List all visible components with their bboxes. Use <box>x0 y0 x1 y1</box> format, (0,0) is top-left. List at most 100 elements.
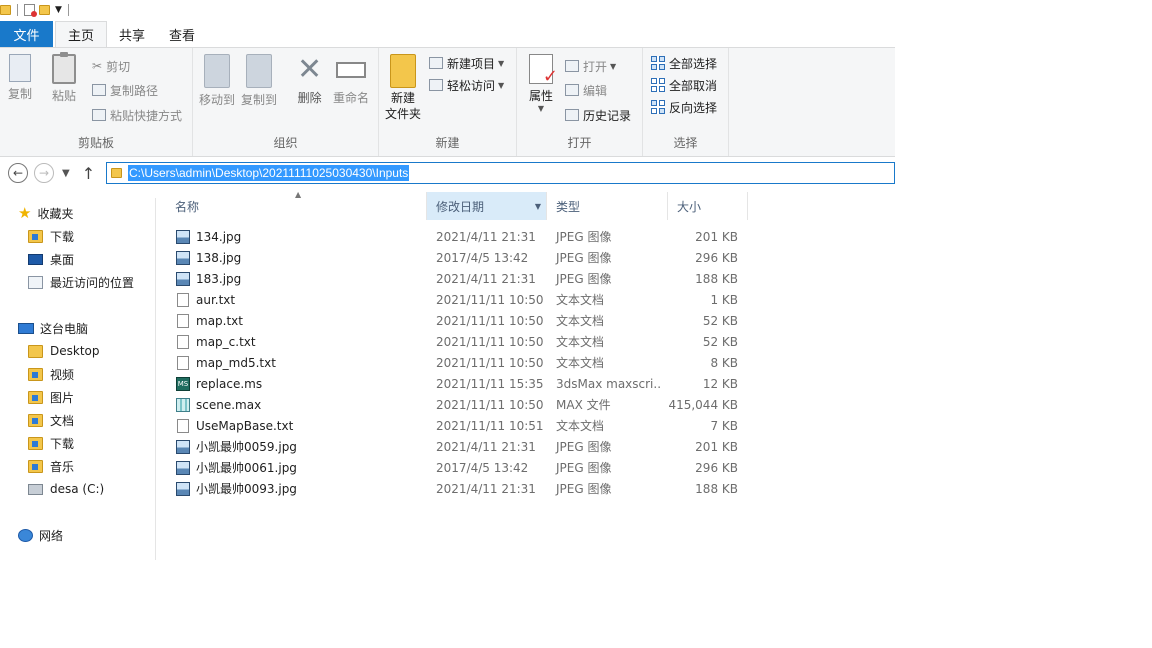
select-all-button[interactable]: 全部选择 <box>651 53 717 73</box>
table-row[interactable]: map_md5.txt 2021/11/11 10:50 文本文档 8 KB <box>166 352 750 373</box>
sidebar-item-desktop[interactable]: 桌面 <box>28 249 74 269</box>
column-header-name[interactable]: 名称 <box>166 192 427 220</box>
copy-button[interactable]: 复制 <box>8 54 32 102</box>
sidebar-item-videos[interactable]: 视频 <box>28 364 74 384</box>
table-row[interactable]: aur.txt 2021/11/11 10:50 文本文档 1 KB <box>166 289 750 310</box>
sidebar-item-label: 下载 <box>50 436 75 451</box>
properties-button[interactable]: 属性 ▼ <box>529 54 558 113</box>
properties-icon[interactable] <box>24 4 37 17</box>
history-icon <box>565 109 579 121</box>
copy-to-button[interactable]: 复制到 <box>241 54 277 108</box>
open-button[interactable]: 打开 ▼ <box>565 56 616 76</box>
new-folder-label-line2: 文件夹 <box>385 107 422 121</box>
table-row[interactable]: 134.jpg 2021/4/11 21:31 JPEG 图像 201 KB <box>166 226 750 247</box>
sidebar-item-network[interactable]: 网络 <box>18 525 63 545</box>
column-header-date[interactable]: 修改日期 ▼ <box>427 192 547 220</box>
delete-label: 删除 <box>297 91 322 105</box>
file-name-cell: 小凯最帅0061.jpg <box>166 459 426 476</box>
recent-locations-icon[interactable]: ▼ <box>62 168 70 179</box>
select-none-button[interactable]: 全部取消 <box>651 75 717 95</box>
table-row[interactable]: scene.max 2021/11/11 10:50 MAX 文件 415,044 K… <box>166 394 750 415</box>
sidebar-item-label: 文档 <box>50 413 75 428</box>
sidebar-item-music[interactable]: 音乐 <box>28 456 74 476</box>
tab-file[interactable]: 文件 <box>0 21 53 47</box>
easy-access-button[interactable]: 轻松访问 ▼ <box>429 75 504 95</box>
file-size: 201 KB <box>695 439 738 454</box>
customize-toolbar-icon[interactable]: ▼ <box>55 5 62 15</box>
new-folder-icon[interactable] <box>39 5 50 15</box>
table-row[interactable]: map.txt 2021/11/11 10:50 文本文档 52 KB <box>166 310 750 331</box>
download-folder-icon <box>28 436 43 450</box>
tab-view[interactable]: 查看 <box>157 21 207 47</box>
address-path[interactable]: C:\Users\admin\Desktop\20211111025030430… <box>128 165 410 181</box>
copy-path-label: 复制路径 <box>110 83 159 98</box>
navigation-bar: ← → ▼ ↑ C:\Users\admin\Desktop\202111110… <box>0 158 895 188</box>
delete-button[interactable]: ✕ 删除 <box>297 54 322 106</box>
sidebar-item-pc-downloads[interactable]: 下载 <box>28 433 74 453</box>
table-row[interactable]: UseMapBase.txt 2021/11/11 10:51 文本文档 7 KB <box>166 415 750 436</box>
open-group-label: 打开 <box>567 136 592 150</box>
column-header-date-label: 修改日期 <box>436 199 485 214</box>
sidebar-item-pictures[interactable]: 图片 <box>28 387 74 407</box>
edit-icon <box>565 84 579 96</box>
file-name: aur.txt <box>196 292 236 307</box>
sidebar-item-downloads[interactable]: 下载 <box>28 226 74 246</box>
file-type: JPEG 图像 <box>556 482 612 496</box>
file-date: 2021/11/11 10:50 <box>436 397 544 412</box>
cut-button[interactable]: ✂ 剪切 <box>92 56 130 76</box>
edit-label: 编辑 <box>583 83 608 98</box>
history-label: 历史记录 <box>583 108 632 123</box>
address-bar[interactable]: C:\Users\admin\Desktop\20211111025030430… <box>106 162 895 184</box>
new-folder-button[interactable]: 新建 文件夹 <box>385 54 421 122</box>
text-file-icon <box>177 355 189 370</box>
sidebar-item-pc-desktop[interactable]: Desktop <box>28 341 100 361</box>
edit-button[interactable]: 编辑 <box>565 80 607 100</box>
invert-selection-button[interactable]: 反向选择 <box>651 97 717 117</box>
table-row[interactable]: 小凯最帅0093.jpg 2021/4/11 21:31 JPEG 图像 188 KB <box>166 478 750 499</box>
new-item-label: 新建项目 <box>447 56 496 71</box>
sidebar-item-favorites[interactable]: ★ 收藏夹 <box>18 203 73 223</box>
file-date: 2021/11/11 10:50 <box>436 334 544 349</box>
history-button[interactable]: 历史记录 <box>565 105 631 125</box>
file-name-cell: map_md5.txt <box>166 355 426 370</box>
up-button[interactable]: ↑ <box>82 164 95 183</box>
table-row[interactable]: map_c.txt 2021/11/11 10:50 文本文档 52 KB <box>166 331 750 352</box>
file-name: 小凯最帅0093.jpg <box>196 482 297 496</box>
chevron-down-icon[interactable]: ▼ <box>535 202 541 211</box>
file-size: 7 KB <box>710 418 738 433</box>
select-all-icon <box>651 56 665 70</box>
new-item-button[interactable]: 新建项目 ▼ <box>429 53 504 73</box>
copy-path-icon <box>92 84 106 96</box>
copy-label: 复制 <box>8 87 33 101</box>
sidebar-item-documents[interactable]: 文档 <box>28 410 74 430</box>
paste-button[interactable]: 粘贴 <box>52 52 76 104</box>
rename-button[interactable]: 重命名 <box>333 54 369 106</box>
folder-icon[interactable] <box>0 5 11 15</box>
table-row[interactable]: 小凯最帅0061.jpg 2017/4/5 13:42 JPEG 图像 296 KB <box>166 457 750 478</box>
tab-home[interactable]: 主页 <box>55 21 108 47</box>
file-name-cell: map_c.txt <box>166 334 426 349</box>
sidebar-item-drive-c[interactable]: desa (C:) <box>28 479 104 499</box>
sidebar-item-this-pc[interactable]: 这台电脑 <box>18 318 88 338</box>
forward-button[interactable]: → <box>34 163 54 183</box>
copy-path-button[interactable]: 复制路径 <box>92 80 158 100</box>
drive-icon <box>28 483 43 495</box>
column-header-size[interactable]: 大小 <box>668 192 748 220</box>
new-group: 新建 文件夹 新建项目 ▼ 轻松访问 ▼ 新建 <box>379 48 517 156</box>
table-row[interactable]: 小凯最帅0059.jpg 2021/4/11 21:31 JPEG 图像 201 KB <box>166 436 750 457</box>
paste-shortcut-label: 粘贴快捷方式 <box>110 108 183 123</box>
table-row[interactable]: 183.jpg 2021/4/11 21:31 JPEG 图像 188 KB <box>166 268 750 289</box>
back-button[interactable]: ← <box>8 163 28 183</box>
quick-access-toolbar: ▼ <box>0 0 895 20</box>
table-row[interactable]: MS replace.ms 2021/11/11 15:35 3dsMax maxsc… <box>166 373 750 394</box>
easy-access-icon <box>429 79 443 91</box>
file-list: 134.jpg 2021/4/11 21:31 JPEG 图像 201 KB 138.j… <box>166 226 750 499</box>
paste-shortcut-button[interactable]: 粘贴快捷方式 <box>92 105 182 125</box>
move-to-button[interactable]: 移动到 <box>199 54 235 108</box>
properties-icon <box>529 54 558 87</box>
table-row[interactable]: 138.jpg 2017/4/5 13:42 JPEG 图像 296 KB <box>166 247 750 268</box>
tab-share[interactable]: 共享 <box>107 21 157 47</box>
file-name: 小凯最帅0059.jpg <box>196 440 297 454</box>
column-header-type[interactable]: 类型 <box>547 192 668 220</box>
sidebar-item-recent[interactable]: 最近访问的位置 <box>28 272 134 292</box>
